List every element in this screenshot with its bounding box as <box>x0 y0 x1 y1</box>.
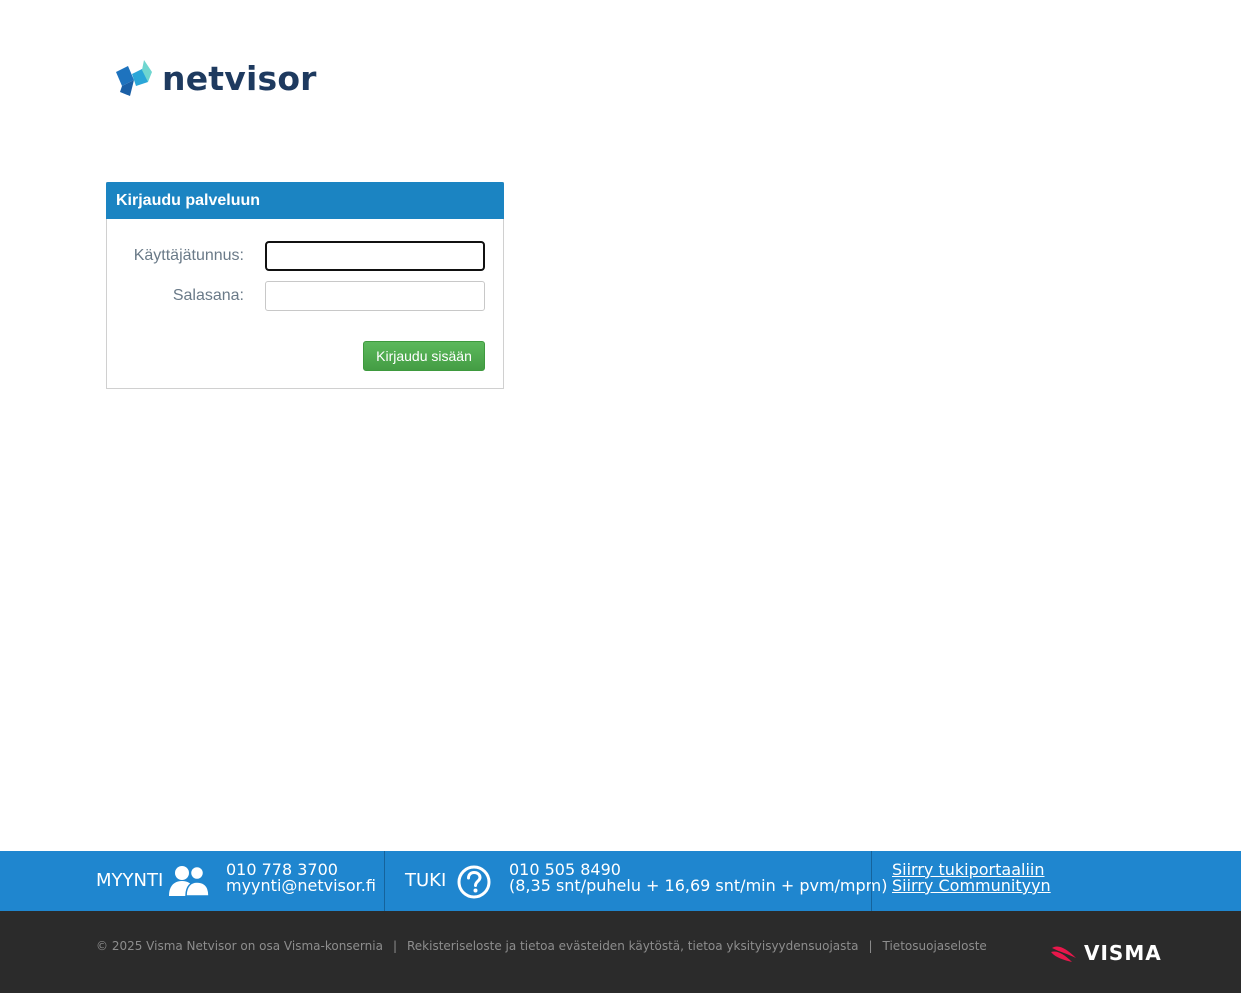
username-row: Käyttäjätunnus: <box>107 241 503 271</box>
username-input[interactable] <box>265 241 485 271</box>
password-row: Salasana: <box>107 281 503 311</box>
copyright-text: © 2025 Visma Netvisor on osa Visma-konse… <box>96 939 383 953</box>
visma-text: VISMA <box>1084 941 1162 965</box>
community-link[interactable]: Siirry Communityyn <box>892 876 1051 895</box>
help-icon <box>457 865 491 899</box>
divider <box>871 851 872 911</box>
sales-email[interactable]: myynti@netvisor.fi <box>226 878 376 894</box>
login-page: netvisor Kirjaudu palveluun Käyttäjätunn… <box>0 0 1241 993</box>
sales-label: MYYNTI <box>96 870 164 891</box>
support-contact-lines: 010 505 8490 (8,35 snt/puhelu + 16,69 sn… <box>509 862 888 894</box>
password-label: Salasana: <box>172 287 244 304</box>
contact-bar: MYYNTI 010 778 3700 myynti@netvisor.fi T… <box>0 851 1241 911</box>
privacy-cookies-link[interactable]: Rekisteriseloste ja tietoa evästeiden kä… <box>407 939 858 953</box>
separator: | <box>392 939 397 953</box>
support-label: TUKI <box>405 870 447 891</box>
login-panel: Kirjaudu palveluun Käyttäjätunnus: Salas… <box>106 182 504 389</box>
password-input[interactable] <box>265 281 485 311</box>
visma-logo[interactable]: VISMA <box>1050 941 1162 965</box>
divider <box>384 851 385 911</box>
netvisor-logo[interactable]: netvisor <box>114 58 317 100</box>
logo-text: netvisor <box>162 59 317 98</box>
bottom-bar: © 2025 Visma Netvisor on osa Visma-konse… <box>0 911 1241 993</box>
login-title: Kirjaudu palveluun <box>106 182 504 219</box>
username-label: Käyttäjätunnus: <box>133 247 244 264</box>
sales-contact-lines: 010 778 3700 myynti@netvisor.fi <box>226 862 376 894</box>
visma-mark-icon <box>1051 946 1076 962</box>
separator: | <box>868 939 873 953</box>
support-price: (8,35 snt/puhelu + 16,69 snt/min + pvm/m… <box>509 876 888 895</box>
people-icon <box>169 865 210 897</box>
login-button[interactable]: Kirjaudu sisään <box>363 341 485 371</box>
support-links: Siirry tukiportaaliin Siirry Communityyn <box>892 862 1051 894</box>
netvisor-logo-mark-icon <box>116 60 152 96</box>
legal-links: © 2025 Visma Netvisor on osa Visma-konse… <box>96 939 987 953</box>
privacy-statement-link[interactable]: Tietosuojaseloste <box>883 939 987 953</box>
